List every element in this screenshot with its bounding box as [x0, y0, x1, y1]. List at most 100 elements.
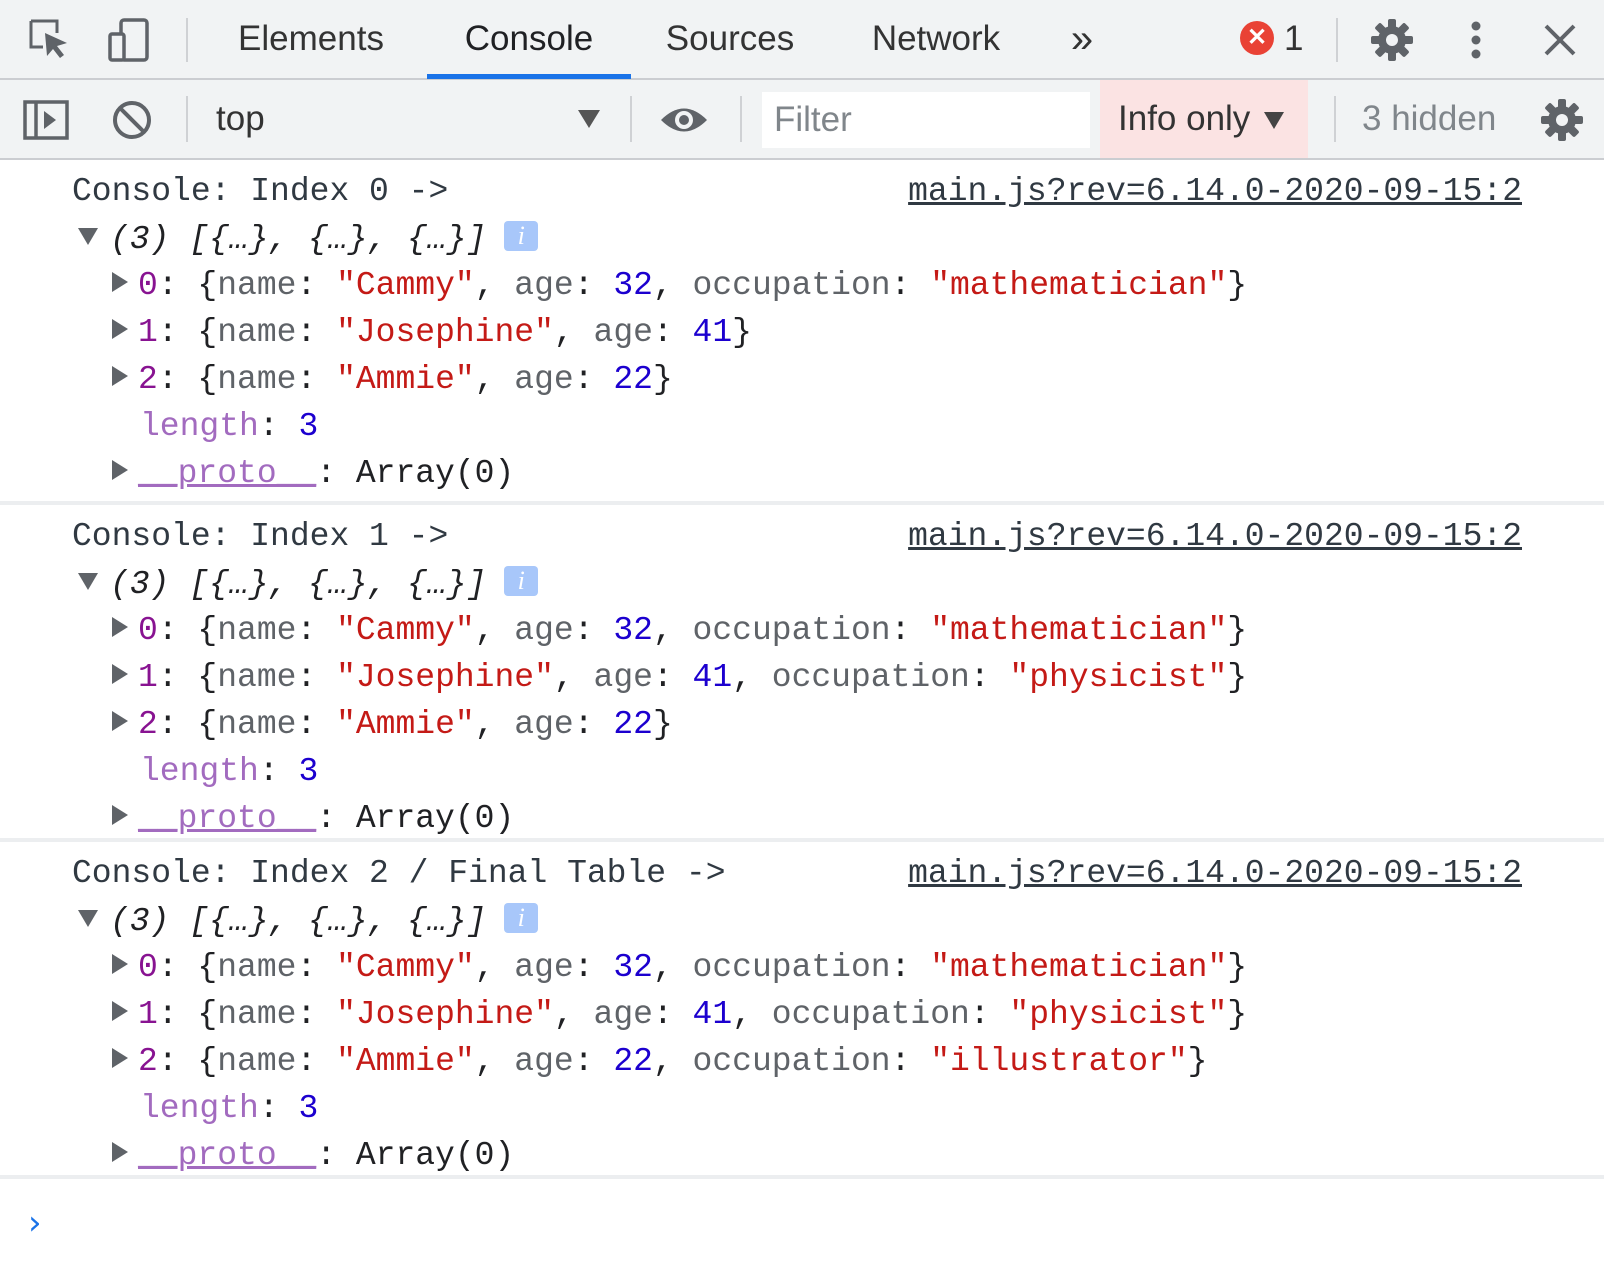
- array-proto[interactable]: __proto__: Array(0): [112, 452, 514, 496]
- divider: [186, 18, 188, 62]
- clear-console-icon[interactable]: [106, 94, 158, 146]
- chevron-down-icon: [1264, 112, 1285, 130]
- divider: [630, 96, 632, 142]
- entry-index: 0: [138, 949, 158, 986]
- expand-triangle-icon[interactable]: [112, 954, 128, 975]
- expand-triangle-icon[interactable]: [112, 664, 128, 685]
- console-message: Console: Index 0 -> main.js?rev=6.14.0-2…: [0, 160, 1604, 505]
- more-options-icon[interactable]: [1450, 14, 1502, 66]
- prompt-chevron-icon: ›: [28, 1203, 42, 1243]
- entry-occupation: "physicist": [1009, 659, 1228, 696]
- error-count[interactable]: 1: [1284, 0, 1303, 78]
- array-entry[interactable]: 0: {name: "Cammy", age: 32, occupation: …: [112, 264, 1247, 308]
- console-prompt[interactable]: ›: [0, 1195, 1604, 1255]
- array-length: length: 3: [140, 408, 319, 445]
- info-icon[interactable]: i: [504, 903, 539, 934]
- entry-age: 41: [692, 659, 733, 696]
- more-tabs-icon[interactable]: »: [1062, 0, 1102, 78]
- proto-key: __proto__: [138, 1137, 317, 1174]
- proto-value: Array(0): [355, 455, 515, 492]
- array-summary[interactable]: (3) [{…}, {…}, {…}] i: [78, 218, 539, 262]
- entry-name: "Cammy": [336, 612, 475, 649]
- expand-triangle-icon[interactable]: [78, 909, 98, 927]
- array-summary[interactable]: (3) [{…}, {…}, {…}] i: [78, 900, 539, 944]
- array-proto[interactable]: __proto__: Array(0): [112, 797, 514, 841]
- proto-key: __proto__: [138, 455, 317, 492]
- expand-triangle-icon[interactable]: [112, 1142, 128, 1163]
- array-entry[interactable]: 0: {name: "Cammy", age: 32, occupation: …: [112, 609, 1247, 653]
- array-entry[interactable]: 2: {name: "Ammie", age: 22}: [112, 703, 673, 747]
- array-length: length: 3: [140, 1090, 319, 1127]
- entry-index: 2: [138, 361, 158, 398]
- device-toolbar-icon[interactable]: [104, 14, 156, 66]
- length-key: length: [140, 753, 259, 790]
- expand-triangle-icon[interactable]: [112, 460, 128, 481]
- console-toolbar: top Info only 3 hidden: [0, 80, 1604, 160]
- entry-index: 2: [138, 1043, 158, 1080]
- source-link[interactable]: main.js?rev=6.14.0-2020-09-15:2: [908, 852, 1522, 896]
- entry-occupation: "illustrator": [930, 1043, 1188, 1080]
- entry-index: 0: [138, 267, 158, 304]
- expand-triangle-icon[interactable]: [112, 1048, 128, 1069]
- array-entry[interactable]: 2: {name: "Ammie", age: 22}: [112, 358, 673, 402]
- close-icon[interactable]: [1534, 14, 1586, 66]
- expand-triangle-icon[interactable]: [112, 366, 128, 387]
- tab-elements[interactable]: Elements: [226, 0, 396, 78]
- info-icon[interactable]: i: [504, 221, 539, 252]
- array-preview: (3) [{…}, {…}, {…}]: [110, 566, 487, 603]
- expand-triangle-icon[interactable]: [112, 319, 128, 340]
- entry-index: 1: [138, 996, 158, 1033]
- tab-network[interactable]: Network: [850, 0, 1022, 78]
- proto-value: Array(0): [355, 1137, 515, 1174]
- source-link[interactable]: main.js?rev=6.14.0-2020-09-15:2: [908, 515, 1522, 559]
- expand-triangle-icon[interactable]: [112, 805, 128, 826]
- settings-gear-icon[interactable]: [1366, 14, 1418, 66]
- source-link[interactable]: main.js?rev=6.14.0-2020-09-15:2: [908, 170, 1522, 214]
- entry-occupation: "physicist": [1009, 996, 1228, 1033]
- console-message: Console: Index 1 -> main.js?rev=6.14.0-2…: [0, 505, 1604, 842]
- expand-triangle-icon[interactable]: [112, 711, 128, 732]
- log-levels-dropdown[interactable]: Info only: [1100, 80, 1308, 158]
- length-value: 3: [298, 753, 319, 790]
- expand-triangle-icon[interactable]: [78, 572, 98, 590]
- entry-name: "Cammy": [336, 949, 475, 986]
- expand-triangle-icon[interactable]: [112, 272, 128, 293]
- array-preview: (3) [{…}, {…}, {…}]: [110, 221, 487, 258]
- array-entry[interactable]: 2: {name: "Ammie", age: 22, occupation: …: [112, 1040, 1207, 1084]
- hidden-messages-count: 3 hidden: [1362, 99, 1497, 138]
- message-text: Console: Index 1 ->: [72, 518, 449, 555]
- chevron-down-icon[interactable]: [578, 110, 600, 128]
- entry-name: "Cammy": [336, 267, 475, 304]
- expand-triangle-icon[interactable]: [112, 617, 128, 638]
- entry-name: "Ammie": [336, 706, 475, 743]
- array-entry[interactable]: 1: {name: "Josephine", age: 41}: [112, 311, 752, 355]
- entry-index: 1: [138, 314, 158, 351]
- console-settings-gear-icon[interactable]: [1536, 94, 1588, 146]
- show-sidebar-icon[interactable]: [20, 94, 72, 146]
- array-summary[interactable]: (3) [{…}, {…}, {…}] i: [78, 563, 539, 607]
- inspect-element-icon[interactable]: [24, 14, 76, 66]
- proto-key: __proto__: [138, 800, 317, 837]
- array-proto[interactable]: __proto__: Array(0): [112, 1134, 514, 1178]
- array-entry[interactable]: 0: {name: "Cammy", age: 32, occupation: …: [112, 946, 1247, 990]
- context-selector[interactable]: top: [216, 80, 265, 158]
- info-icon[interactable]: i: [504, 566, 539, 597]
- console-output: Console: Index 0 -> main.js?rev=6.14.0-2…: [0, 160, 1604, 1179]
- live-expression-eye-icon[interactable]: [658, 94, 710, 146]
- tab-sources[interactable]: Sources: [650, 0, 810, 78]
- error-icon[interactable]: ✕: [1240, 21, 1274, 55]
- expand-triangle-icon[interactable]: [112, 1001, 128, 1022]
- array-entry[interactable]: 1: {name: "Josephine", age: 41, occupati…: [112, 993, 1247, 1037]
- devtools-tabbar: Elements Console Sources Network » ✕ 1: [0, 0, 1604, 80]
- active-tab-indicator: [427, 74, 631, 79]
- array-entry[interactable]: 1: {name: "Josephine", age: 41, occupati…: [112, 656, 1247, 700]
- entry-age: 41: [692, 314, 733, 351]
- array-length: length: 3: [140, 753, 319, 790]
- tab-console[interactable]: Console: [436, 0, 622, 78]
- filter-input[interactable]: [762, 92, 1090, 148]
- entry-name: "Josephine": [336, 314, 554, 351]
- entry-name: "Ammie": [336, 361, 475, 398]
- entry-occupation: "mathematician": [930, 267, 1228, 304]
- length-value: 3: [298, 408, 319, 445]
- expand-triangle-icon[interactable]: [78, 227, 98, 245]
